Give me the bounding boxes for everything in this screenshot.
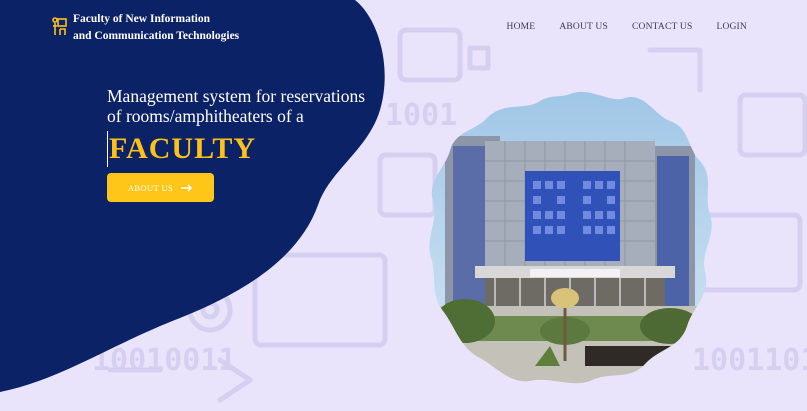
nav-about-us[interactable]: ABOUT US: [559, 22, 608, 32]
faculty-name-line1: Faculty of New Information: [73, 13, 211, 25]
about-us-button-label: ABOUT US: [127, 182, 174, 193]
faculty-logo[interactable]: Faculty of New Information and Communica…: [52, 11, 239, 45]
faculty-name: Faculty of New Information and Communica…: [73, 11, 239, 45]
classroom-icon: [52, 17, 67, 35]
hero-line-1: Management system for reservations: [107, 86, 366, 106]
nav-contact-us[interactable]: CONTACT US: [632, 22, 692, 32]
about-us-button[interactable]: ABOUT US: [107, 173, 214, 202]
faculty-name-line2: and Communication Technologies: [73, 30, 240, 42]
faculty-building-image: [429, 91, 712, 384]
hero-highlight: FACULTY: [107, 131, 257, 167]
nav-home[interactable]: HOME: [507, 22, 536, 32]
hero-line-2: of rooms/amphitheaters of a: [107, 106, 304, 126]
main-nav: HOME ABOUT US CONTACT US LOGIN: [507, 22, 747, 32]
hero-heading: Management system for reservations of ro…: [107, 86, 377, 126]
arrow-right-icon: [181, 183, 193, 192]
nav-login[interactable]: LOGIN: [716, 22, 747, 32]
